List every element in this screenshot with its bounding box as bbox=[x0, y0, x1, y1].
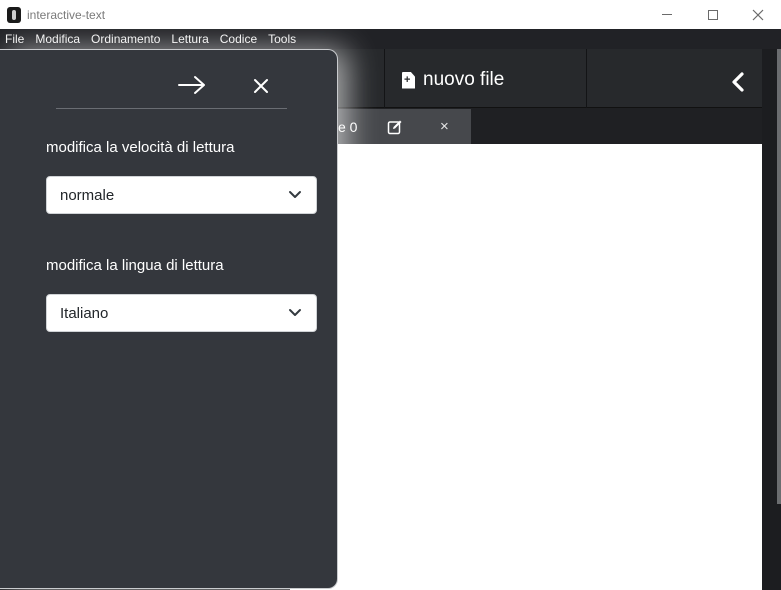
editor-area[interactable] bbox=[290, 144, 762, 590]
menu-file[interactable]: File bbox=[0, 29, 30, 49]
maximize-button[interactable] bbox=[690, 0, 736, 29]
x-icon[interactable] bbox=[252, 77, 270, 95]
close-icon bbox=[752, 9, 764, 20]
language-select[interactable]: Italiano bbox=[46, 294, 317, 332]
toolbar-divider bbox=[384, 49, 385, 108]
minimize-button[interactable] bbox=[644, 0, 690, 29]
close-window-button[interactable] bbox=[735, 0, 781, 29]
scrollbar-thumb[interactable] bbox=[777, 49, 781, 504]
speed-select[interactable]: normale bbox=[46, 176, 317, 214]
chevron-down-icon bbox=[289, 191, 301, 198]
maximize-icon bbox=[708, 9, 718, 20]
settings-drawer: modifica la velocità di lettura normale … bbox=[0, 49, 338, 589]
new-file-button[interactable]: nuovo file bbox=[402, 69, 504, 91]
toolbar-divider bbox=[586, 49, 587, 108]
chevron-down-icon bbox=[289, 309, 301, 316]
speed-select-value: normale bbox=[60, 186, 115, 204]
edit-icon[interactable] bbox=[387, 119, 403, 135]
menu-bar: File Modifica Ordinamento Lettura Codice… bbox=[0, 29, 781, 49]
menu-modifica[interactable]: Modifica bbox=[30, 29, 86, 49]
language-label: modifica la lingua di lettura bbox=[46, 257, 224, 274]
menu-codice[interactable]: Codice bbox=[215, 29, 263, 49]
menu-tools[interactable]: Tools bbox=[263, 29, 302, 49]
speed-label: modifica la velocità di lettura bbox=[46, 139, 235, 156]
scrollbar[interactable] bbox=[762, 49, 781, 590]
title-bar: interactive-text bbox=[0, 0, 781, 29]
menu-lettura[interactable]: Lettura bbox=[166, 29, 214, 49]
menu-ordinamento[interactable]: Ordinamento bbox=[86, 29, 166, 49]
tab-label: e 0 bbox=[338, 118, 358, 135]
file-plus-icon bbox=[402, 71, 415, 89]
minimize-icon bbox=[662, 14, 672, 15]
chevron-left-icon[interactable] bbox=[728, 71, 750, 93]
window-title: interactive-text bbox=[27, 7, 106, 22]
language-select-value: Italiano bbox=[60, 304, 109, 322]
arrow-right-icon[interactable] bbox=[177, 74, 207, 96]
app-icon bbox=[7, 6, 21, 23]
tab-close-button[interactable]: × bbox=[440, 118, 449, 135]
new-file-label: nuovo file bbox=[423, 69, 505, 90]
